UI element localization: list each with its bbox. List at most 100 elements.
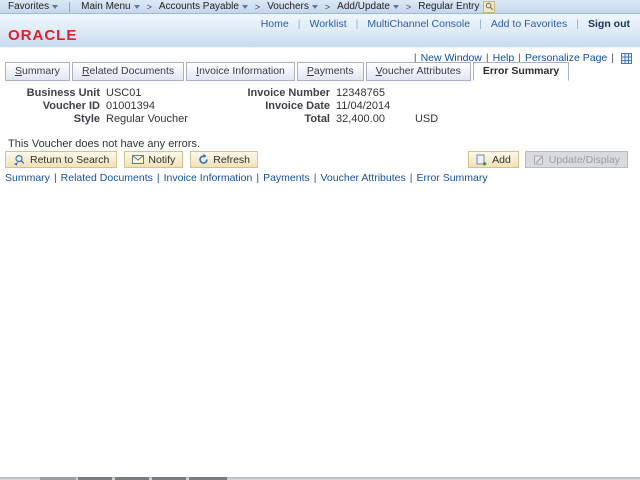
personalize-grid-icon[interactable] [621, 52, 632, 64]
return-to-search-button[interactable]: Return to Search [5, 151, 118, 168]
field-value: Regular Voucher [106, 112, 188, 125]
button-label: Update/Display [548, 153, 620, 166]
breadcrumb-separator: > [405, 1, 412, 12]
field-invoice-number: Invoice Number 12348765 [230, 86, 438, 99]
footer-link-related-documents[interactable]: Related Documents [61, 172, 153, 184]
tab-payments[interactable]: Payments [296, 62, 364, 81]
breadcrumb-separator: > [146, 1, 152, 12]
link-divider: | [355, 18, 359, 30]
link-divider: | [611, 52, 614, 64]
field-style: Style Regular Voucher [0, 112, 188, 125]
field-value: USC01 [106, 86, 142, 99]
tab-label: Related Documents [81, 65, 175, 77]
tab-label: Summary [15, 65, 60, 77]
chevron-down-icon [241, 4, 248, 9]
field-value: 12348765 [336, 86, 385, 99]
chevron-down-icon [52, 4, 59, 9]
tab-label: Error Summary [482, 65, 560, 77]
tab-error-summary[interactable]: Error Summary [472, 62, 570, 81]
field-label: Invoice Number [247, 86, 330, 99]
favorites-label: Favorites [8, 1, 50, 12]
link-divider: | [576, 18, 579, 30]
link-divider: | [479, 18, 482, 30]
footer-link-error-summary[interactable]: Error Summary [416, 172, 487, 184]
button-label: Refresh [213, 153, 250, 166]
field-label: Invoice Date [265, 99, 330, 112]
tab-label: Payments [306, 65, 354, 77]
link-divider: | [297, 18, 301, 30]
footer-link-invoice-information[interactable]: Invoice Information [164, 172, 253, 184]
breadcrumb-separator: > [324, 1, 331, 12]
tab-label: Voucher Attributes [375, 65, 461, 77]
field-value: 11/04/2014 [336, 99, 391, 112]
footer-link-payments[interactable]: Payments [263, 172, 310, 184]
field-value: 01001394 [106, 99, 155, 112]
tab-invoice-information[interactable]: Invoice Information [186, 62, 295, 81]
search-icon [485, 2, 494, 11]
link-divider: | [409, 172, 413, 184]
link-divider: | [53, 172, 57, 184]
toolbar-right: Add Update/Display [468, 151, 628, 168]
breadcrumb-label: Regular Entry [418, 1, 480, 12]
breadcrumb-divider [69, 1, 71, 12]
field-business-unit: Business Unit USC01 [0, 86, 188, 99]
oracle-logo: ORACLE [8, 27, 78, 44]
footer-links: Summary | Related Documents | Invoice In… [5, 172, 488, 184]
field-total: Total 32,400.00 USD [230, 112, 439, 125]
refresh-button[interactable]: Refresh [190, 151, 258, 168]
breadcrumb-label: Main Menu [81, 1, 131, 12]
link-divider: | [256, 172, 260, 184]
refresh-icon [199, 154, 209, 164]
breadcrumb: Favorites Main Menu > Accounts Payable >… [0, 0, 640, 14]
header-link-multichannel-console[interactable]: MultiChannel Console [367, 18, 470, 30]
button-label: Notify [148, 153, 176, 166]
breadcrumb-item-add-update[interactable]: Add/Update [337, 1, 399, 12]
breadcrumb-label: Vouchers [267, 1, 309, 12]
button-label: Return to Search [30, 153, 110, 166]
breadcrumb-separator: > [254, 1, 261, 12]
chevron-down-icon [392, 4, 399, 9]
breadcrumb-lookup-button[interactable] [483, 0, 496, 13]
add-icon [476, 154, 487, 165]
voucher-fields-right: Invoice Number 12348765 Invoice Date 11/… [230, 86, 438, 125]
field-label: Total [304, 112, 330, 125]
return-to-search-icon [14, 154, 25, 166]
field-label: Business Unit [26, 86, 100, 99]
header-links: Home | Worklist | MultiChannel Console |… [261, 18, 630, 30]
update-display-icon [533, 155, 543, 164]
tab-related-documents[interactable]: Related Documents [71, 62, 185, 81]
breadcrumb-item-vouchers[interactable]: Vouchers [267, 1, 318, 12]
field-voucher-id: Voucher ID 01001394 [0, 99, 188, 112]
tab-summary[interactable]: Summary [5, 62, 70, 81]
field-invoice-date: Invoice Date 11/04/2014 [230, 99, 438, 112]
sign-out-link[interactable]: Sign out [588, 18, 630, 30]
field-value: 32,400.00 [336, 112, 385, 125]
breadcrumb-label: Add/Update [337, 1, 390, 12]
header-link-home[interactable]: Home [261, 18, 289, 30]
error-summary-message: This Voucher does not have any errors. [8, 138, 200, 150]
tab-voucher-attributes[interactable]: Voucher Attributes [365, 62, 471, 81]
link-divider: | [156, 172, 160, 184]
toolbar-left: Return to Search Notify Refresh [5, 151, 258, 168]
tab-label: Invoice Information [196, 65, 285, 77]
chevron-down-icon [133, 4, 140, 9]
currency-code: USD [414, 112, 439, 125]
breadcrumb-item-main-menu[interactable]: Main Menu [81, 1, 140, 12]
link-divider: | [313, 172, 317, 184]
header-link-add-to-favorites[interactable]: Add to Favorites [491, 18, 567, 30]
footer-link-summary[interactable]: Summary [5, 172, 50, 184]
button-label: Add [492, 153, 511, 166]
breadcrumb-item-accounts-payable[interactable]: Accounts Payable [159, 1, 248, 12]
footer-link-voucher-attributes[interactable]: Voucher Attributes [321, 172, 406, 184]
favorites-menu[interactable]: Favorites [8, 1, 59, 12]
breadcrumb-label: Accounts Payable [158, 1, 239, 12]
notify-button[interactable]: Notify [124, 151, 184, 168]
chevron-down-icon [311, 4, 318, 9]
field-label: Voucher ID [42, 99, 100, 112]
add-button[interactable]: Add [468, 151, 519, 168]
tab-bar: Summary Related Documents Invoice Inform… [5, 62, 570, 81]
header-link-worklist[interactable]: Worklist [309, 18, 346, 30]
header: Home | Worklist | MultiChannel Console |… [0, 14, 640, 48]
field-label: Style [73, 112, 100, 125]
voucher-fields-left: Business Unit USC01 Voucher ID 01001394 … [0, 86, 188, 125]
